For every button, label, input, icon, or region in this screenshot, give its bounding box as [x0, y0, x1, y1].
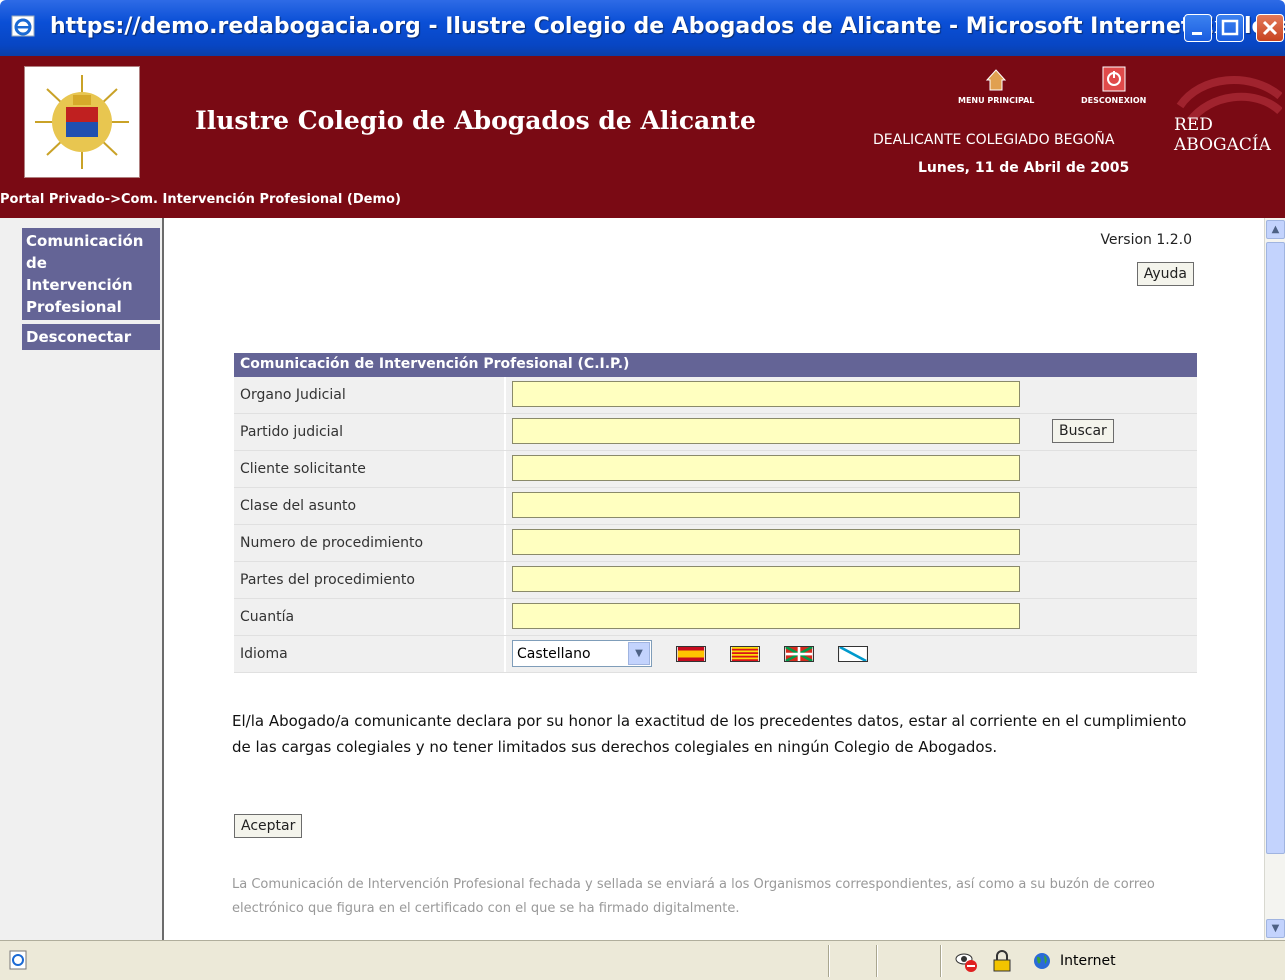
desconexion-button[interactable]: DESCONEXION: [1081, 66, 1146, 105]
cliente-solicitante-input[interactable]: [512, 455, 1020, 481]
idioma-selected-value: Castellano: [517, 645, 591, 662]
status-divider: [940, 945, 942, 977]
menu-principal-button[interactable]: MENU PRINCIPAL: [958, 66, 1034, 105]
form-row: Cliente solicitante: [234, 451, 1197, 488]
security-zone-label: Internet: [1060, 953, 1116, 969]
form-row: Partes del procedimiento: [234, 562, 1197, 599]
sidebar-item-comunicacion[interactable]: Comunicación de Intervención Profesional: [22, 228, 160, 320]
close-icon: [1262, 20, 1278, 36]
red-abogacia-logo: RED ABOGACÍA: [1170, 66, 1283, 176]
window-titlebar: https://demo.redabogacia.org - Ilustre C…: [0, 0, 1285, 56]
chevron-down-icon[interactable]: ▼: [628, 642, 650, 665]
current-date: Lunes, 11 de Abril de 2005: [918, 160, 1130, 176]
field-label: Numero de procedimiento: [234, 525, 504, 561]
basque-flag-icon[interactable]: [784, 646, 814, 662]
menu-principal-label: MENU PRINCIPAL: [958, 96, 1035, 105]
form-row: Idioma Castellano ▼: [234, 636, 1197, 673]
brand-line-1: RED: [1174, 115, 1213, 135]
brand-line-2: ABOGACÍA: [1173, 134, 1272, 155]
globe-icon: [1034, 953, 1050, 969]
window-title: https://demo.redabogacia.org - Ilustre C…: [50, 14, 1285, 39]
site-header: Ilustre Colegio de Abogados de Alicante …: [0, 56, 1285, 218]
footer-note: La Comunicación de Intervención Profesio…: [232, 877, 1155, 916]
breadcrumb: Portal Privado->Com. Intervención Profes…: [0, 192, 401, 207]
sidebar: Comunicación de Intervención Profesional…: [0, 218, 164, 940]
scroll-thumb[interactable]: [1266, 242, 1285, 854]
field-label: Clase del asunto: [234, 488, 504, 524]
desconexion-label: DESCONEXION: [1081, 96, 1147, 105]
organization-title: Ilustre Colegio de Abogados de Alicante: [195, 106, 756, 135]
catalonia-flag-icon[interactable]: [730, 646, 760, 662]
internet-explorer-icon: [11, 15, 35, 37]
field-label: Cliente solicitante: [234, 451, 504, 487]
scroll-down-icon[interactable]: ▼: [1266, 919, 1285, 938]
minimize-button[interactable]: [1184, 14, 1212, 42]
power-icon: [1102, 66, 1126, 92]
status-bar: Internet: [0, 940, 1285, 980]
galicia-flag-icon[interactable]: [838, 646, 868, 662]
maximize-icon: [1221, 19, 1239, 36]
minimize-icon: [1192, 32, 1202, 35]
spain-flag-icon[interactable]: [676, 646, 706, 662]
close-button[interactable]: [1256, 14, 1284, 42]
partido-judicial-input[interactable]: [512, 418, 1020, 444]
cip-form: Comunicación de Intervención Profesional…: [234, 353, 1197, 673]
sidebar-item-desconectar[interactable]: Desconectar: [22, 324, 160, 350]
buscar-button[interactable]: Buscar: [1052, 419, 1114, 443]
version-text: Version 1.2.0: [1100, 232, 1192, 248]
form-title: Comunicación de Intervención Profesional…: [234, 353, 1197, 377]
lock-icon[interactable]: [992, 949, 1012, 973]
field-label: Cuantía: [234, 599, 504, 635]
help-button[interactable]: Ayuda: [1136, 262, 1194, 286]
aceptar-button[interactable]: Aceptar: [234, 814, 303, 838]
field-label: Organo Judicial: [234, 377, 504, 413]
status-divider: [828, 945, 830, 977]
page-icon: [9, 950, 27, 970]
field-label: Partes del procedimiento: [234, 562, 504, 598]
form-row: Partido judicial Buscar: [234, 414, 1197, 451]
numero-procedimiento-input[interactable]: [512, 529, 1020, 555]
field-label: Idioma: [234, 636, 504, 672]
idioma-select[interactable]: Castellano ▼: [512, 640, 652, 667]
clase-asunto-input[interactable]: [512, 492, 1020, 518]
user-name: DEALICANTE COLEGIADO BEGOÑA: [873, 132, 1115, 148]
vertical-scrollbar[interactable]: ▲ ▼: [1264, 218, 1285, 940]
cuantia-input[interactable]: [512, 603, 1020, 629]
privacy-icon[interactable]: [954, 949, 978, 973]
form-row: Clase del asunto: [234, 488, 1197, 525]
coat-of-arms-logo: [24, 66, 140, 178]
scroll-up-icon[interactable]: ▲: [1266, 220, 1285, 239]
field-label: Partido judicial: [234, 414, 504, 450]
organo-judicial-input[interactable]: [512, 381, 1020, 407]
partes-procedimiento-input[interactable]: [512, 566, 1020, 592]
form-row: Organo Judicial: [234, 377, 1197, 414]
main-content: Version 1.2.0 Ayuda Comunicación de Inte…: [166, 218, 1264, 940]
declaration-text: El/la Abogado/a comunicante declara por …: [232, 712, 1187, 756]
form-row: Numero de procedimiento: [234, 525, 1197, 562]
home-menu-icon: [986, 69, 1007, 91]
form-row: Cuantía: [234, 599, 1197, 636]
status-divider: [876, 945, 878, 977]
maximize-button[interactable]: [1216, 14, 1244, 42]
